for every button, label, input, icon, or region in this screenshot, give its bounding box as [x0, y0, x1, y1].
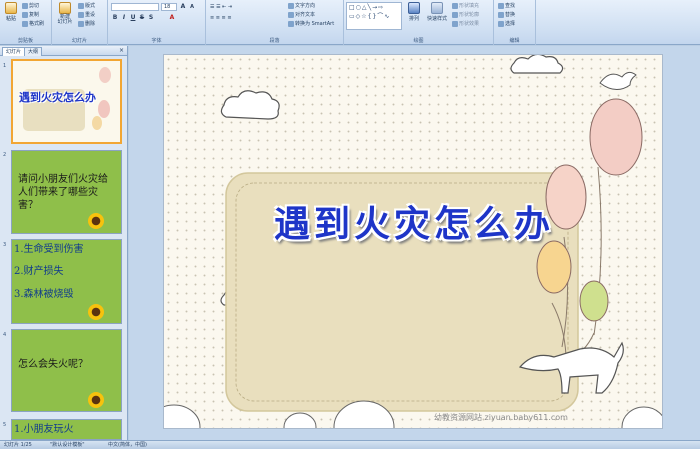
slide-thumbnail-2[interactable]: 请问小朋友们火灾给人们带来了哪些灾害？: [11, 150, 122, 234]
bullets-button[interactable]: ☰ ☰ ⇤ ⇥: [210, 3, 232, 11]
drawing-group: □○△╲→⇨ ▭◇☆{}⌒∿ 排列 快速样式 形状填充 形状轮廓 形状效果 绘图: [344, 0, 494, 45]
thumb-3-item-2: 2.财产损失: [14, 266, 64, 277]
slide-thumbnail-5[interactable]: 1.小朋友玩火: [11, 419, 122, 440]
new-slide-button[interactable]: 新建 幻灯片: [55, 2, 75, 28]
italic-button[interactable]: I: [120, 14, 128, 22]
font-size-combo[interactable]: 18: [161, 3, 177, 11]
paragraph-group-label: 段落: [269, 38, 280, 44]
clipboard-group: 粘贴 剪切 复制 格式刷 剪贴板: [0, 0, 52, 45]
replace-button[interactable]: 替换: [498, 11, 515, 19]
status-theme: "默认设计模板": [50, 442, 85, 448]
shapes-gallery[interactable]: □○△╲→⇨ ▭◇☆{}⌒∿: [346, 2, 402, 30]
fill-icon: [452, 2, 458, 9]
new-slide-icon: [59, 2, 71, 14]
shape-effects-button[interactable]: 形状效果: [452, 20, 479, 28]
clipboard-group-label: 剪贴板: [17, 38, 33, 44]
strikethrough-button[interactable]: S: [138, 14, 146, 22]
slide-number: 4: [3, 332, 7, 338]
outline-icon: [452, 11, 458, 18]
slide-number: 3: [3, 242, 7, 248]
shape-outline-button[interactable]: 形状轮廓: [452, 11, 479, 19]
drawing-group-label: 绘图: [413, 38, 424, 44]
smartart-button[interactable]: 转换为 SmartArt: [288, 20, 334, 28]
layout-icon: [78, 2, 84, 9]
slide-editing-area: 遇到火灾怎么办 幼教资源网站 ziyuan.baby611.com: [129, 46, 700, 440]
format-painter-button[interactable]: 格式刷: [22, 20, 44, 28]
replace-icon: [498, 11, 504, 18]
align-text-icon: [288, 11, 294, 18]
reset-button[interactable]: 重设: [78, 11, 95, 19]
align-buttons[interactable]: ≡ ≡ ≡ ≡: [210, 14, 232, 22]
ribbon: 粘贴 剪切 复制 格式刷 剪贴板 新建 幻灯片 版式 重设 删除 幻灯片 18 …: [0, 0, 700, 45]
cursor-icon: [498, 20, 504, 27]
find-button[interactable]: 查找: [498, 2, 515, 10]
slide-watermark: 幼教资源网站 ziyuan.baby611.com: [434, 413, 568, 422]
sunflower-icon: [88, 392, 104, 408]
slide-number: 2: [3, 152, 7, 158]
slide-number: 5: [3, 422, 7, 428]
editing-group: 查找 替换 选择 编辑: [494, 0, 536, 45]
slides-panel: 幻灯片 大纲 × 1 遇到火灾怎么办 2 请问小朋友们火灾给人们带来了哪些灾害？…: [0, 46, 128, 440]
arrange-icon: [408, 2, 420, 14]
underline-button[interactable]: U: [129, 14, 137, 22]
reset-icon: [78, 11, 84, 18]
paragraph-group: ☰ ☰ ⇤ ⇥ ≡ ≡ ≡ ≡ 文字方向 对齐文本 转换为 SmartArt 段…: [206, 0, 344, 45]
paste-button[interactable]: 粘贴: [3, 2, 19, 28]
slide-canvas[interactable]: 遇到火灾怎么办 幼教资源网站 ziyuan.baby611.com: [163, 54, 663, 429]
sunflower-icon: [88, 213, 104, 229]
thumb-3-item-1: 1.生命受到伤害: [14, 244, 84, 255]
binoculars-icon: [498, 2, 504, 9]
select-button[interactable]: 选择: [498, 20, 515, 28]
text-direction-icon: [288, 2, 294, 9]
delete-slide-button[interactable]: 删除: [78, 20, 95, 28]
thumb-3-item-3: 3.森林被烧毁: [14, 289, 74, 300]
effects-icon: [452, 20, 458, 27]
text-direction-button[interactable]: 文字方向: [288, 2, 315, 10]
quick-styles-icon: [431, 2, 443, 14]
bold-button[interactable]: B: [111, 14, 119, 22]
panel-tabs: 幻灯片 大纲 ×: [0, 46, 127, 56]
font-color-button[interactable]: A: [168, 14, 176, 22]
brush-icon: [22, 20, 28, 27]
grow-font-button[interactable]: A: [179, 3, 187, 11]
smartart-icon: [288, 20, 294, 27]
thumb-4-text: 怎么会失火呢？: [18, 359, 88, 370]
tab-slides[interactable]: 幻灯片: [2, 47, 26, 56]
slide-thumbnail-3[interactable]: 1.生命受到伤害 2.财产损失 3.森林被烧毁: [11, 239, 122, 324]
copy-icon: [22, 11, 28, 18]
shrink-font-button[interactable]: A: [188, 3, 196, 11]
scissors-icon: [22, 2, 28, 9]
slide-thumbnail-1[interactable]: 遇到火灾怎么办: [11, 59, 122, 144]
arrange-button[interactable]: 排列: [406, 2, 422, 28]
slide-title[interactable]: 遇到火灾怎么办: [164, 195, 662, 247]
quick-styles-button[interactable]: 快速样式: [426, 2, 448, 28]
font-name-combo[interactable]: [111, 3, 159, 11]
status-slide-info: 幻灯片 1/25: [4, 442, 32, 448]
delete-icon: [78, 20, 84, 27]
thumb-1-title: 遇到火灾怎么办: [19, 91, 96, 104]
layout-button[interactable]: 版式: [78, 2, 95, 10]
thumb-2-text: 请问小朋友们火灾给人们带来了哪些灾害？: [18, 174, 108, 211]
slide-number: 1: [3, 63, 7, 69]
shadow-button[interactable]: S: [147, 14, 155, 22]
close-icon[interactable]: ×: [119, 47, 124, 54]
shape-fill-button[interactable]: 形状填充: [452, 2, 479, 10]
sunflower-icon: [88, 304, 104, 320]
copy-button[interactable]: 复制: [22, 11, 39, 19]
thumb-5-text: 1.小朋友玩火: [14, 424, 74, 435]
slide-thumbnail-4[interactable]: 怎么会失火呢？: [11, 329, 122, 412]
font-group: 18 A A B I U S S A 字体: [108, 0, 206, 45]
status-language: 中文(简体，中国): [108, 442, 147, 448]
slides-group: 新建 幻灯片 版式 重设 删除 幻灯片: [52, 0, 108, 45]
font-group-label: 字体: [151, 38, 162, 44]
align-text-button[interactable]: 对齐文本: [288, 11, 315, 19]
paste-icon: [5, 2, 17, 14]
tab-outline[interactable]: 大纲: [24, 47, 43, 56]
editing-group-label: 编辑: [509, 38, 520, 44]
cut-button[interactable]: 剪切: [22, 2, 39, 10]
slides-group-label: 幻灯片: [71, 38, 87, 44]
status-bar: 幻灯片 1/25 "默认设计模板" 中文(简体，中国): [0, 440, 700, 449]
